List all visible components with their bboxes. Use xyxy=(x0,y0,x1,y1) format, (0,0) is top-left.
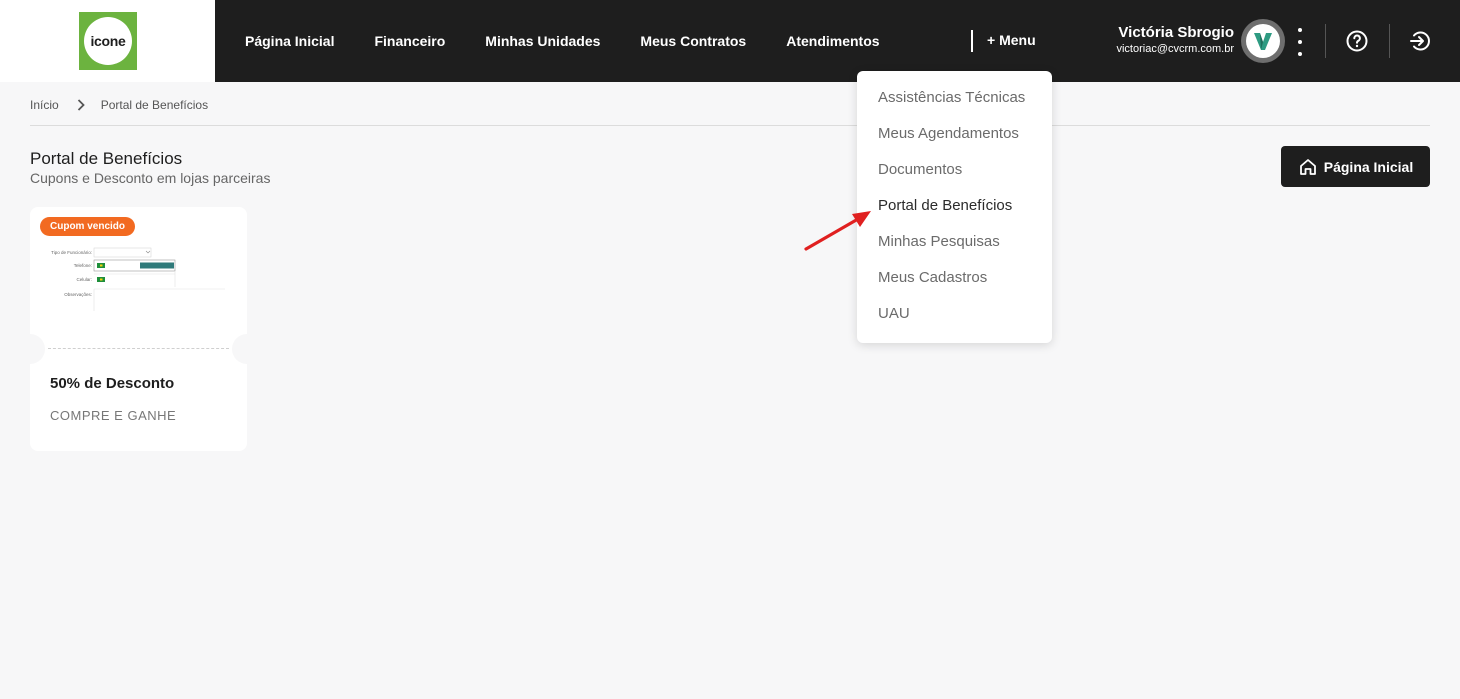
breadcrumb-divider xyxy=(30,125,1430,126)
page-subtitle: Cupons e Desconto em lojas parceiras xyxy=(30,170,271,186)
kebab-menu-icon[interactable] xyxy=(1292,28,1308,56)
avatar[interactable] xyxy=(1241,19,1285,63)
nav-divider xyxy=(971,30,973,52)
help-icon[interactable] xyxy=(1345,29,1369,53)
nav-item-pagina-inicial[interactable]: Página Inicial xyxy=(245,33,334,49)
menu-item-assistencias-tecnicas[interactable]: Assistências Técnicas xyxy=(857,87,1052,123)
more-menu-button[interactable]: + Menu xyxy=(987,32,1036,48)
breadcrumb-current: Portal de Benefícios xyxy=(100,98,209,112)
logo-text: icone xyxy=(84,17,132,65)
coupon-card[interactable]: Tipo de Funcionário: Telefone: Celular: … xyxy=(30,207,247,451)
page-title: Portal de Benefícios xyxy=(30,149,183,168)
chevron-right-icon xyxy=(77,99,85,111)
menu-item-documentos[interactable]: Documentos xyxy=(857,159,1052,195)
breadcrumb: Início Portal de Benefícios xyxy=(30,98,208,112)
thumb-label-1: Tipo de Funcionário: xyxy=(51,250,92,255)
breadcrumb-home[interactable]: Início xyxy=(30,98,59,112)
menu-item-meus-cadastros[interactable]: Meus Cadastros xyxy=(857,267,1052,303)
home-page-button-label: Página Inicial xyxy=(1323,158,1414,175)
thumb-label-4: Observações: xyxy=(64,292,92,297)
logo-container: icone xyxy=(0,0,215,82)
nav-item-minhas-unidades[interactable]: Minhas Unidades xyxy=(485,33,600,49)
thumb-label-2: Telefone: xyxy=(74,263,92,268)
header-divider xyxy=(1325,24,1326,58)
user-email: victoriac@cvcrm.com.br xyxy=(1116,43,1234,55)
home-icon xyxy=(1299,158,1316,175)
home-page-button[interactable]: Página Inicial xyxy=(1281,146,1430,187)
company-logo[interactable]: icone xyxy=(79,12,137,70)
menu-item-uau[interactable]: UAU xyxy=(857,303,1052,339)
avatar-logo-icon xyxy=(1246,24,1280,58)
coupon-description: COMPRE E GANHE xyxy=(50,408,177,423)
nav-item-financeiro[interactable]: Financeiro xyxy=(374,33,445,49)
menu-item-meus-agendamentos[interactable]: Meus Agendamentos xyxy=(857,123,1052,159)
nav-item-atendimentos[interactable]: Atendimentos xyxy=(786,33,879,49)
logout-icon[interactable] xyxy=(1408,29,1432,53)
coupon-title: 50% de Desconto xyxy=(50,375,175,392)
menu-item-minhas-pesquisas[interactable]: Minhas Pesquisas xyxy=(857,231,1052,267)
status-badge: Cupom vencido xyxy=(40,217,136,236)
header-divider xyxy=(1389,24,1390,58)
menu-item-portal-de-beneficios[interactable]: Portal de Benefícios xyxy=(857,195,1052,231)
top-navbar: icone Página Inicial Financeiro Minhas U… xyxy=(0,0,1460,82)
user-name: Victória Sbrogio xyxy=(1118,24,1234,41)
main-nav: Página Inicial Financeiro Minhas Unidade… xyxy=(245,0,920,82)
more-menu-dropdown: Assistências Técnicas Meus Agendamentos … xyxy=(857,71,1052,343)
thumb-label-3: Celular: xyxy=(76,277,92,282)
nav-item-meus-contratos[interactable]: Meus Contratos xyxy=(640,33,746,49)
card-dashed-divider xyxy=(48,348,229,349)
